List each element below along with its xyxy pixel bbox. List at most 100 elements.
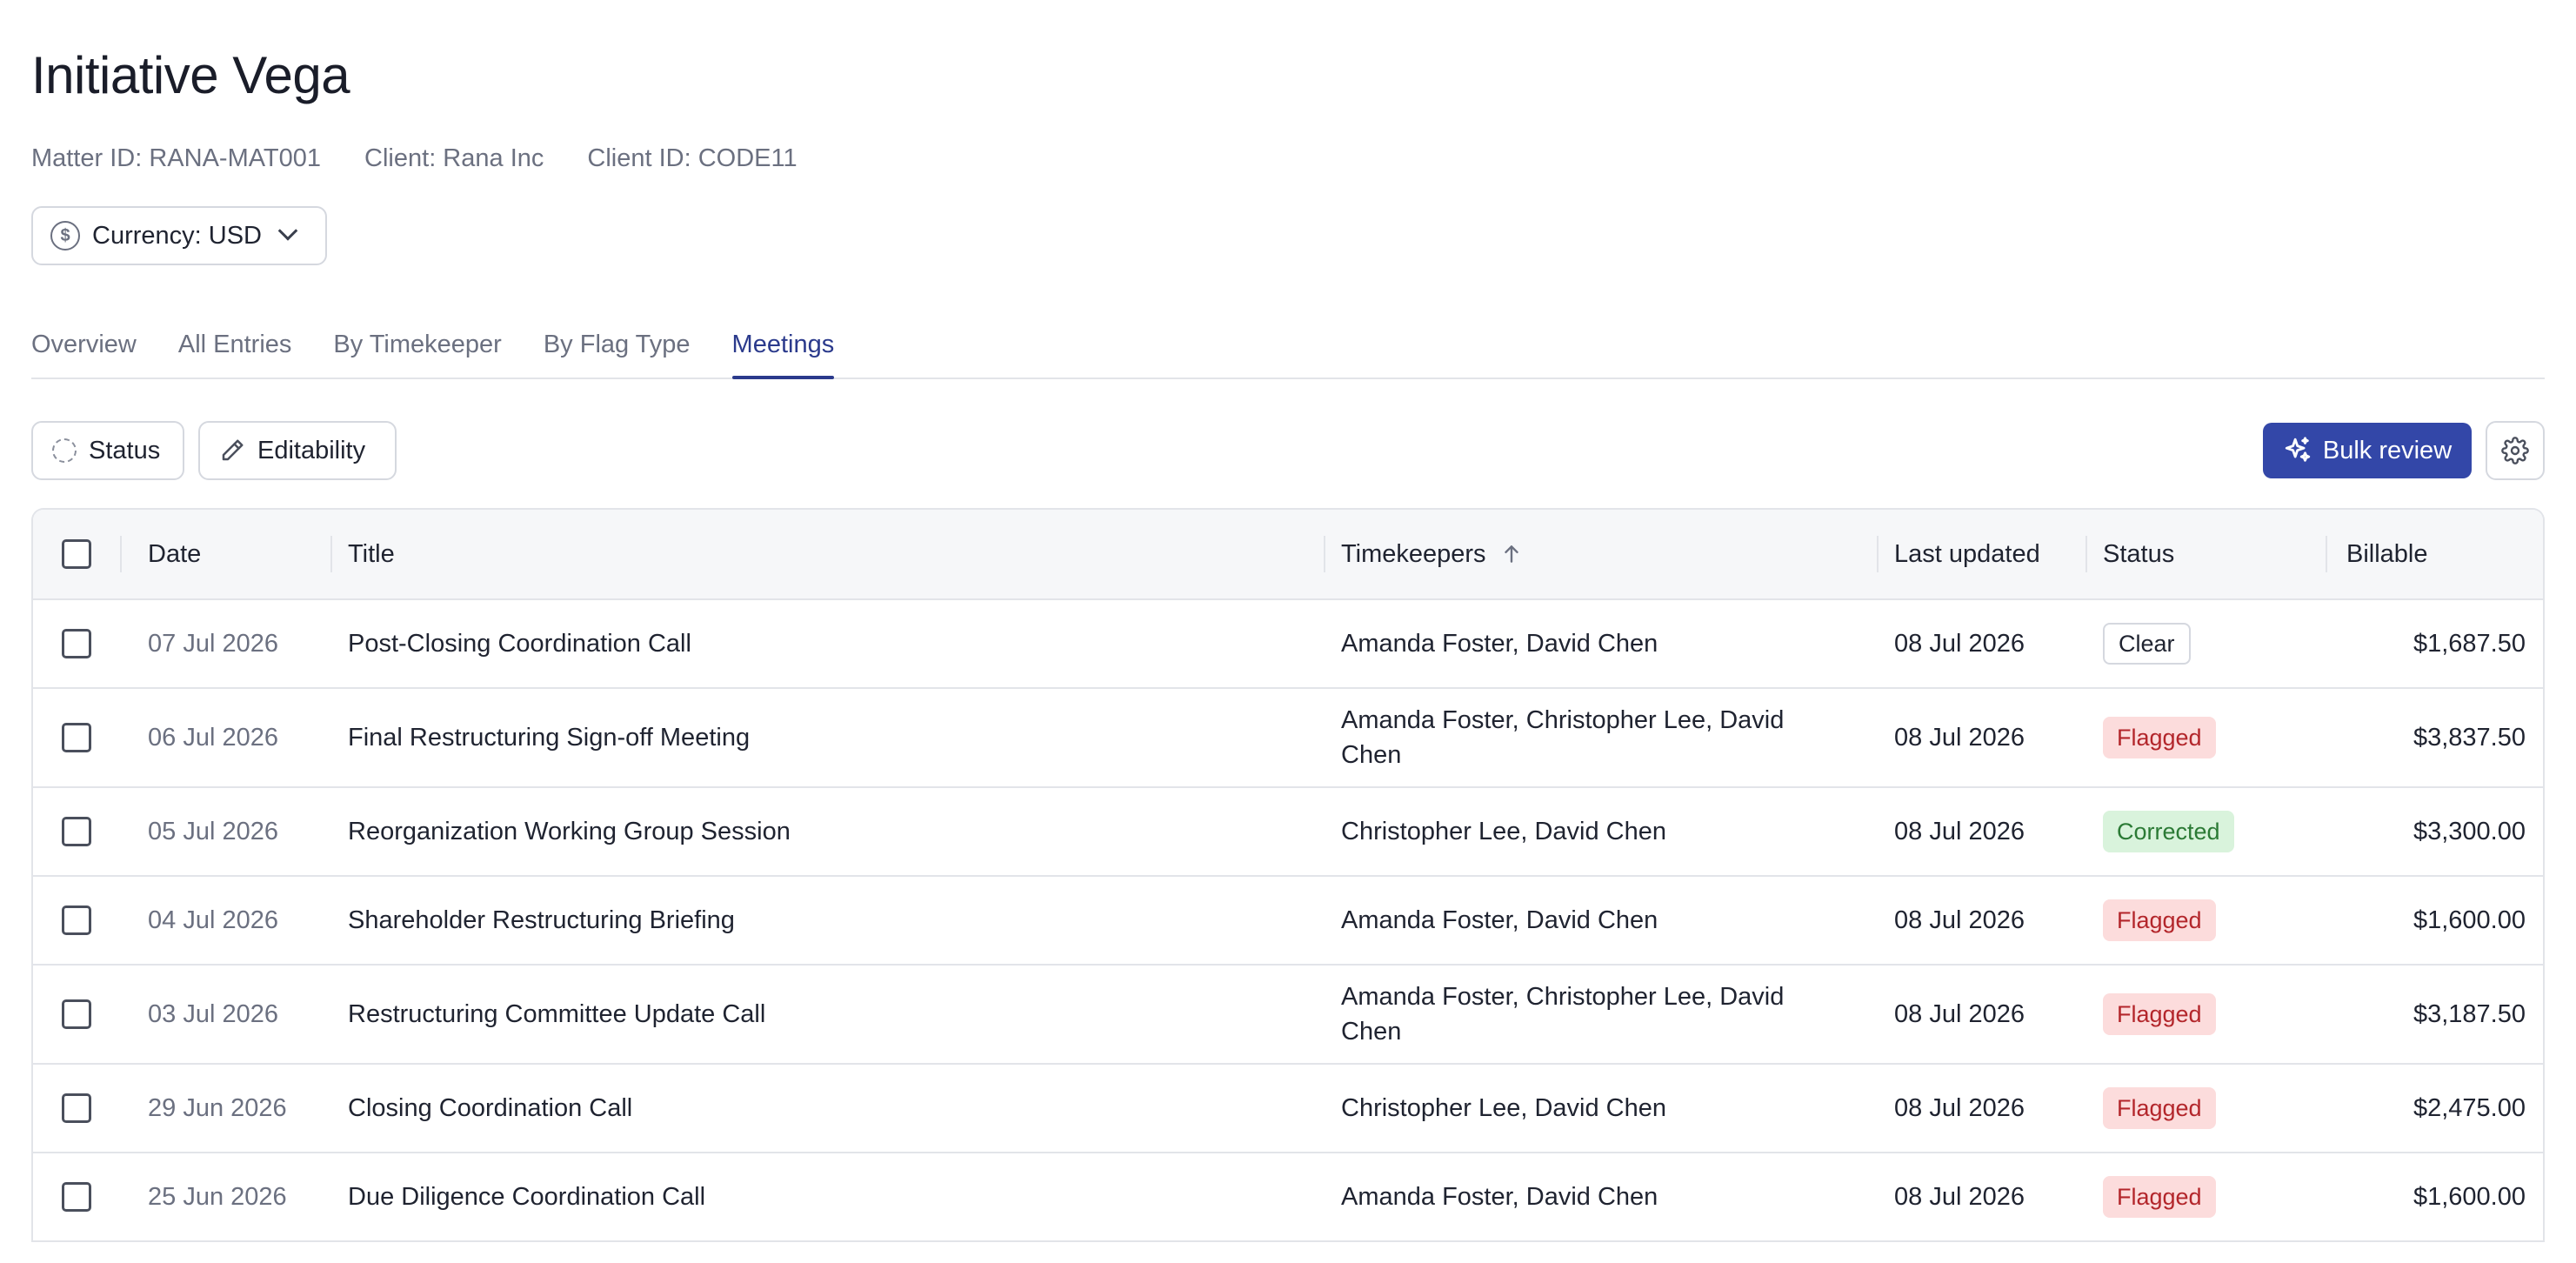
table-row[interactable]: 04 Jul 2026 Shareholder Restructuring Bri… <box>33 877 2543 966</box>
row-title: Closing Coordination Call <box>348 1093 633 1122</box>
row-last-updated: 08 Jul 2026 <box>1894 723 2025 752</box>
column-header-timekeepers[interactable]: Timekeepers <box>1341 510 1828 598</box>
row-checkbox[interactable] <box>62 817 91 846</box>
row-last-updated: 08 Jul 2026 <box>1894 1093 2025 1122</box>
table-row[interactable]: 05 Jul 2026 Reorganization Working Group … <box>33 788 2543 877</box>
status-badge: Flagged <box>2103 717 2216 758</box>
column-divider <box>120 536 122 572</box>
row-billable: $3,837.50 <box>2412 723 2526 752</box>
table-row[interactable]: 25 Jun 2026 Due Diligence Coordination Ca… <box>33 1153 2543 1242</box>
currency-label: Currency: USD <box>92 221 262 250</box>
pencil-icon <box>222 439 244 461</box>
tab-overview[interactable]: Overview <box>31 322 137 378</box>
row-date: 03 Jul 2026 <box>148 966 357 1063</box>
row-date-text: 07 Jul 2026 <box>148 629 278 658</box>
table-row[interactable]: 07 Jul 2026 Post-Closing Coordination Cal… <box>33 600 2543 689</box>
row-title: Final Restructuring Sign-off Meeting <box>348 723 751 752</box>
row-status: Flagged <box>2103 689 2329 786</box>
row-billable: $1,600.00 <box>2412 1182 2526 1211</box>
row-last-updated: 08 Jul 2026 <box>1894 999 2025 1028</box>
row-billable: $2,475.00 <box>2412 1093 2526 1122</box>
column-divider <box>330 536 332 572</box>
row-date: 29 Jun 2026 <box>148 1065 357 1152</box>
dashed-circle-icon <box>52 438 77 463</box>
row-status: Clear <box>2103 600 2329 687</box>
row-checkbox[interactable] <box>62 905 91 935</box>
row-checkbox-cell <box>33 600 120 687</box>
row-last-updated: 08 Jul 2026 <box>1894 817 2025 845</box>
row-date-text: 29 Jun 2026 <box>148 1093 287 1122</box>
sparkle-icon <box>2285 437 2311 462</box>
filter-bar: Status Editability Bulk review <box>31 421 2545 480</box>
row-date: 07 Jul 2026 <box>148 600 357 687</box>
column-header-last-updated[interactable]: Last updated <box>1894 510 2103 598</box>
editability-filter-button[interactable]: Editability <box>198 421 397 480</box>
row-checkbox[interactable] <box>62 723 91 752</box>
row-checkbox-cell <box>33 1065 120 1152</box>
row-timekeepers: Christopher Lee, David Chen <box>1341 1094 1666 1122</box>
status-badge: Clear <box>2103 623 2191 665</box>
row-timekeepers: Amanda Foster, Christopher Lee, David Ch… <box>1341 706 1785 769</box>
matter-id: Matter ID: RANA-MAT001 <box>31 144 322 172</box>
row-title: Due Diligence Coordination Call <box>348 1182 706 1211</box>
row-checkbox-cell <box>33 788 120 875</box>
status-badge: Flagged <box>2103 899 2216 941</box>
column-header-status[interactable]: Status <box>2103 510 2329 598</box>
column-divider <box>2085 536 2087 572</box>
column-header-title[interactable]: Title <box>348 510 1331 598</box>
row-checkbox-cell <box>33 966 120 1063</box>
editability-filter-label: Editability <box>257 436 366 464</box>
table-row[interactable]: 03 Jul 2026 Restructuring Committee Updat… <box>33 966 2543 1065</box>
tab-meetings[interactable]: Meetings <box>731 322 834 379</box>
row-checkbox-cell <box>33 877 120 964</box>
row-timekeepers: Christopher Lee, David Chen <box>1341 818 1666 845</box>
row-checkbox[interactable] <box>62 629 91 658</box>
row-checkbox[interactable] <box>62 1093 91 1123</box>
status-badge: Corrected <box>2103 811 2234 852</box>
row-checkbox-cell <box>33 1153 120 1240</box>
tab-by-flag-type[interactable]: By Flag Type <box>544 322 691 378</box>
row-checkbox[interactable] <box>62 999 91 1029</box>
row-title: Post-Closing Coordination Call <box>348 629 691 658</box>
bulk-review-button[interactable]: Bulk review <box>2263 423 2472 478</box>
row-title: Restructuring Committee Update Call <box>348 999 766 1028</box>
row-billable: $3,300.00 <box>2412 817 2526 845</box>
client-id: Client ID: CODE11 <box>587 144 797 172</box>
status-filter-button[interactable]: Status <box>31 421 184 480</box>
column-header-billable[interactable]: Billable <box>2346 510 2526 598</box>
row-timekeepers: Amanda Foster, Christopher Lee, David Ch… <box>1341 983 1785 1046</box>
status-badge: Flagged <box>2103 1087 2216 1129</box>
row-checkbox[interactable] <box>62 1182 91 1212</box>
sort-ascending-icon <box>1504 545 1518 563</box>
meetings-table: Date Title Timekeepers Last updated Stat… <box>31 508 2545 1242</box>
select-all-checkbox[interactable] <box>62 539 91 569</box>
status-filter-label: Status <box>89 436 161 464</box>
row-date-text: 06 Jul 2026 <box>148 723 278 752</box>
page: Initiative Vega Matter ID: RANA-MAT001 C… <box>0 0 2576 1263</box>
row-date: 25 Jun 2026 <box>148 1153 357 1240</box>
status-badge: Flagged <box>2103 993 2216 1035</box>
table-header: Date Title Timekeepers Last updated Stat… <box>33 510 2543 600</box>
client-name: Client: Rana Inc <box>364 144 544 172</box>
matter-meta: Matter ID: RANA-MAT001 Client: Rana Inc … <box>31 144 797 173</box>
row-status: Flagged <box>2103 966 2329 1063</box>
table-row[interactable]: 29 Jun 2026 Closing Coordination Call Chri… <box>33 1065 2543 1153</box>
row-status: Flagged <box>2103 877 2329 964</box>
row-timekeepers: Amanda Foster, David Chen <box>1341 906 1658 934</box>
bulk-review-label: Bulk review <box>2322 436 2453 464</box>
page-title: Initiative Vega <box>31 46 350 104</box>
row-date-text: 04 Jul 2026 <box>148 905 278 934</box>
row-date: 06 Jul 2026 <box>148 689 357 786</box>
row-last-updated: 08 Jul 2026 <box>1894 1182 2025 1211</box>
tab-by-timekeeper[interactable]: By Timekeeper <box>333 322 501 378</box>
table-row[interactable]: 06 Jul 2026 Final Restructuring Sign-off … <box>33 689 2543 788</box>
column-divider <box>2326 536 2327 572</box>
column-header-date[interactable]: Date <box>148 510 357 598</box>
row-date: 04 Jul 2026 <box>148 877 357 964</box>
tab-all-entries[interactable]: All Entries <box>178 322 292 378</box>
row-last-updated: 08 Jul 2026 <box>1894 905 2025 934</box>
settings-button[interactable] <box>2486 421 2545 480</box>
row-billable: $3,187.50 <box>2412 999 2526 1028</box>
currency-select[interactable]: $ Currency: USD <box>31 206 327 265</box>
column-header-timekeepers-label: Timekeepers <box>1341 540 1486 568</box>
